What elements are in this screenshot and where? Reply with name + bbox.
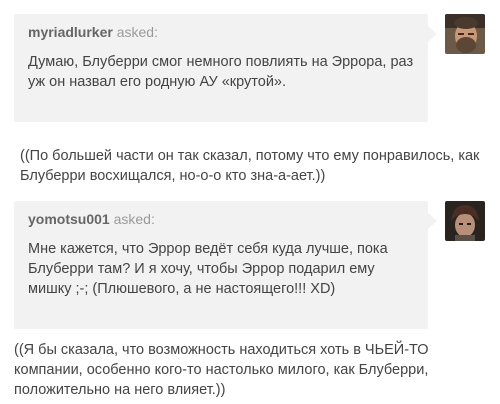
question-text: Мне кажется, что Эррор ведёт себя куда л… [28, 241, 388, 297]
asker-name-link[interactable]: myriadlurker [28, 24, 113, 40]
asker-line: yomotsu001 asked: [28, 211, 414, 227]
question-text: Думаю, Блуберри смог немного повлиять на… [28, 54, 414, 90]
answer-text: ((Я бы сказала, что возможность находить… [14, 342, 429, 398]
asked-label: asked: [113, 211, 155, 227]
dark-character-avatar-icon[interactable] [445, 201, 485, 241]
answer-text: ((По большей части он так сказал, потому… [20, 148, 480, 184]
asker-line: myriadlurker asked: [28, 24, 414, 40]
asker-name-link[interactable]: yomotsu001 [28, 211, 110, 227]
bearded-man-avatar-icon[interactable] [445, 14, 485, 54]
ask-bubble-1: myriadlurker asked: Думаю, Блуберри смог… [14, 14, 437, 122]
asked-label: asked: [116, 24, 158, 40]
ask-bubble-2: yomotsu001 asked: Мне кажется, что Эррор… [14, 201, 437, 329]
